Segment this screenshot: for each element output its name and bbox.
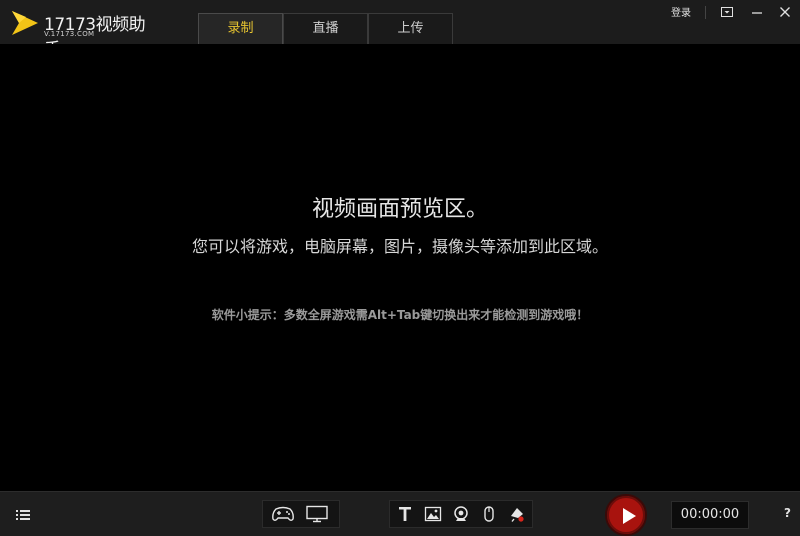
close-button[interactable] [776,3,794,21]
mouse-icon [484,506,494,522]
bottom-toolbar: 00:00:00 ? [0,491,800,536]
add-text-button[interactable] [392,501,418,527]
main-tabs: 录制 直播 上传 [198,13,453,44]
add-record-region-button[interactable] [504,501,530,527]
text-icon [399,507,411,521]
add-image-button[interactable] [420,501,446,527]
record-timer: 00:00:00 [671,501,749,529]
add-cursor-button[interactable] [476,501,502,527]
login-link[interactable]: 登录 [671,4,691,19]
logo-icon [12,11,38,35]
add-game-button[interactable] [269,501,297,527]
record-button[interactable] [605,494,647,536]
preview-title: 视频画面预览区。 [311,197,488,222]
titlebar-divider [705,6,706,19]
capture-source-group [262,500,340,528]
monitor-icon [306,505,328,523]
app-logo: 17173视频助手 V.17173.COM [10,7,150,60]
tab-upload[interactable]: 上传 [368,13,453,44]
app-url: V.17173.COM [44,30,95,38]
minimize-button[interactable] [748,3,766,21]
video-preview-area[interactable]: 视频画面预览区。 您可以将游戏，电脑屏幕，图片，摄像头等添加到此区域。 软件小提… [0,44,800,491]
help-button[interactable]: ? [784,506,791,520]
list-icon [16,510,30,520]
gamepad-icon [272,506,294,521]
dropdown-menu-icon [721,7,733,17]
play-icon [623,508,636,524]
close-icon [780,7,790,17]
tab-live[interactable]: 直播 [283,13,368,44]
title-bar: 17173视频助手 V.17173.COM 录制 直播 上传 登录 [0,0,800,60]
minimize-icon [752,12,762,14]
add-webcam-button[interactable] [448,501,474,527]
tab-record[interactable]: 录制 [198,13,283,44]
image-icon [424,506,442,522]
scene-list-button[interactable] [15,507,31,521]
webcam-icon [454,506,468,521]
add-screen-button[interactable] [303,501,331,527]
preview-description: 您可以将游戏，电脑屏幕，图片，摄像头等添加到此区域。 [191,237,608,256]
overlay-source-group [389,500,533,528]
red-dot-icon [511,508,524,522]
preview-tip: 软件小提示：多数全屏游戏需Alt+Tab键切换出来才能检测到游戏哦！ [211,308,589,322]
menu-dropdown-button[interactable] [718,3,736,21]
